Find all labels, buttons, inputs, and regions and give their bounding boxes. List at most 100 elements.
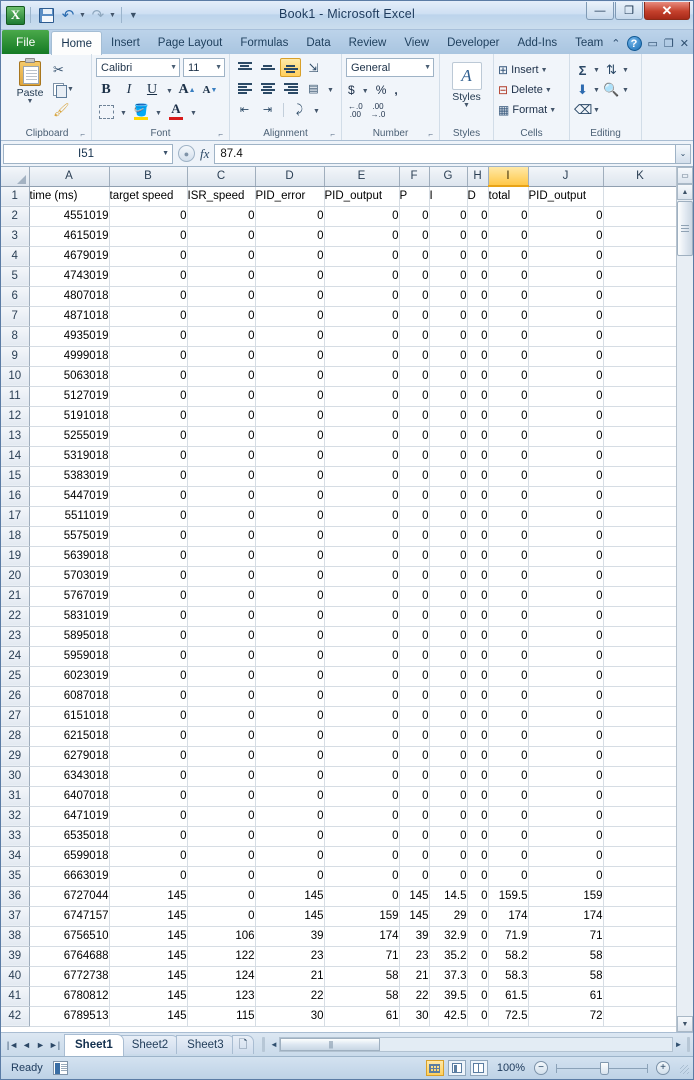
h-scroll-right-button[interactable]: ► [673,1040,684,1049]
cell-F15[interactable]: 0 [399,466,430,487]
cell-G15[interactable]: 0 [429,466,468,487]
cell-G24[interactable]: 0 [429,646,468,667]
cell-B4[interactable]: 0 [109,246,188,267]
cell-A23[interactable]: 5895018 [29,626,110,647]
cell-F32[interactable]: 0 [399,806,430,827]
cell-E1[interactable]: PID_output [324,186,400,207]
cell-A30[interactable]: 6343018 [29,766,110,787]
cell-K2[interactable] [603,206,676,227]
cell-H36[interactable]: 0 [467,886,489,907]
cell-A18[interactable]: 5575019 [29,526,110,547]
align-bottom-button[interactable] [280,58,301,77]
cell-B2[interactable]: 0 [109,206,188,227]
cell-B26[interactable]: 0 [109,686,188,707]
cell-A27[interactable]: 6151018 [29,706,110,727]
orientation-button[interactable]: ⇲ [303,58,324,77]
row-header-36[interactable]: 36 [1,886,30,907]
cell-F38[interactable]: 39 [399,926,430,947]
cell-I20[interactable]: 0 [488,566,529,587]
doc-restore-icon[interactable]: ❐ [664,37,674,50]
cell-K8[interactable] [603,326,676,347]
cell-I34[interactable]: 0 [488,846,529,867]
cell-J29[interactable]: 0 [528,746,604,767]
cell-D9[interactable]: 0 [255,346,325,367]
cell-D18[interactable]: 0 [255,526,325,547]
cell-E14[interactable]: 0 [324,446,400,467]
vertical-scrollbar[interactable]: ▭ ▲ ▼ [676,167,693,1032]
cell-E11[interactable]: 0 [324,386,400,407]
collapse-ribbon-icon[interactable]: ⌃ [611,37,620,50]
cell-G39[interactable]: 35.2 [429,946,468,967]
cell-D19[interactable]: 0 [255,546,325,567]
split-box-button[interactable]: ▭ [677,167,693,184]
cell-F7[interactable]: 0 [399,306,430,327]
cell-C25[interactable]: 0 [187,666,256,687]
cell-D38[interactable]: 39 [255,926,325,947]
font-color-dropdown-icon[interactable]: ▼ [189,102,198,121]
cell-F12[interactable]: 0 [399,406,430,427]
cell-E10[interactable]: 0 [324,366,400,387]
cell-D17[interactable]: 0 [255,506,325,527]
horizontal-scroll-track[interactable]: |||| [279,1037,673,1052]
cell-B30[interactable]: 0 [109,766,188,787]
cell-I32[interactable]: 0 [488,806,529,827]
cell-G25[interactable]: 0 [429,666,468,687]
cell-E3[interactable]: 0 [324,226,400,247]
cell-B25[interactable]: 0 [109,666,188,687]
cell-B33[interactable]: 0 [109,826,188,847]
cell-F36[interactable]: 145 [399,886,430,907]
cell-C32[interactable]: 0 [187,806,256,827]
cell-A5[interactable]: 4743019 [29,266,110,287]
row-header-41[interactable]: 41 [1,986,30,1007]
cell-C11[interactable]: 0 [187,386,256,407]
cell-E5[interactable]: 0 [324,266,400,287]
cell-H42[interactable]: 0 [467,1006,489,1027]
cell-B10[interactable]: 0 [109,366,188,387]
cell-A10[interactable]: 5063018 [29,366,110,387]
align-top-button[interactable] [234,58,255,77]
cell-E20[interactable]: 0 [324,566,400,587]
cell-I37[interactable]: 174 [488,906,529,927]
decrease-indent-button[interactable]: ⇤ [234,100,255,119]
cell-I14[interactable]: 0 [488,446,529,467]
cell-J28[interactable]: 0 [528,726,604,747]
cell-F27[interactable]: 0 [399,706,430,727]
cell-H1[interactable]: D [467,186,489,207]
autosum-button[interactable]: Σ [574,63,591,78]
cell-A22[interactable]: 5831019 [29,606,110,627]
cell-D14[interactable]: 0 [255,446,325,467]
cell-B7[interactable]: 0 [109,306,188,327]
cell-I31[interactable]: 0 [488,786,529,807]
cell-F25[interactable]: 0 [399,666,430,687]
cell-G3[interactable]: 0 [429,226,468,247]
cell-H8[interactable]: 0 [467,326,489,347]
cell-J12[interactable]: 0 [528,406,604,427]
cell-C15[interactable]: 0 [187,466,256,487]
cell-A34[interactable]: 6599018 [29,846,110,867]
cell-B36[interactable]: 145 [109,886,188,907]
cell-J10[interactable]: 0 [528,366,604,387]
number-format-chevron-down-icon[interactable]: ▼ [420,64,431,71]
cell-K3[interactable] [603,226,676,247]
cell-J2[interactable]: 0 [528,206,604,227]
cell-E21[interactable]: 0 [324,586,400,607]
cell-A11[interactable]: 5127019 [29,386,110,407]
zoom-out-button[interactable]: − [534,1061,548,1075]
cell-C39[interactable]: 122 [187,946,256,967]
find-dropdown-icon[interactable]: ▼ [622,87,629,94]
name-box-chevron-down-icon[interactable]: ▼ [162,150,169,157]
cell-E25[interactable]: 0 [324,666,400,687]
cell-G9[interactable]: 0 [429,346,468,367]
cell-C14[interactable]: 0 [187,446,256,467]
cell-B17[interactable]: 0 [109,506,188,527]
cell-A4[interactable]: 4679019 [29,246,110,267]
fill-button[interactable]: ⬇ [574,82,591,98]
cell-D7[interactable]: 0 [255,306,325,327]
row-header-16[interactable]: 16 [1,486,30,507]
cell-D34[interactable]: 0 [255,846,325,867]
ribbon-tab-add-ins[interactable]: Add-Ins [508,31,566,54]
cell-B34[interactable]: 0 [109,846,188,867]
cell-I21[interactable]: 0 [488,586,529,607]
cell-K31[interactable] [603,786,676,807]
cell-A15[interactable]: 5383019 [29,466,110,487]
